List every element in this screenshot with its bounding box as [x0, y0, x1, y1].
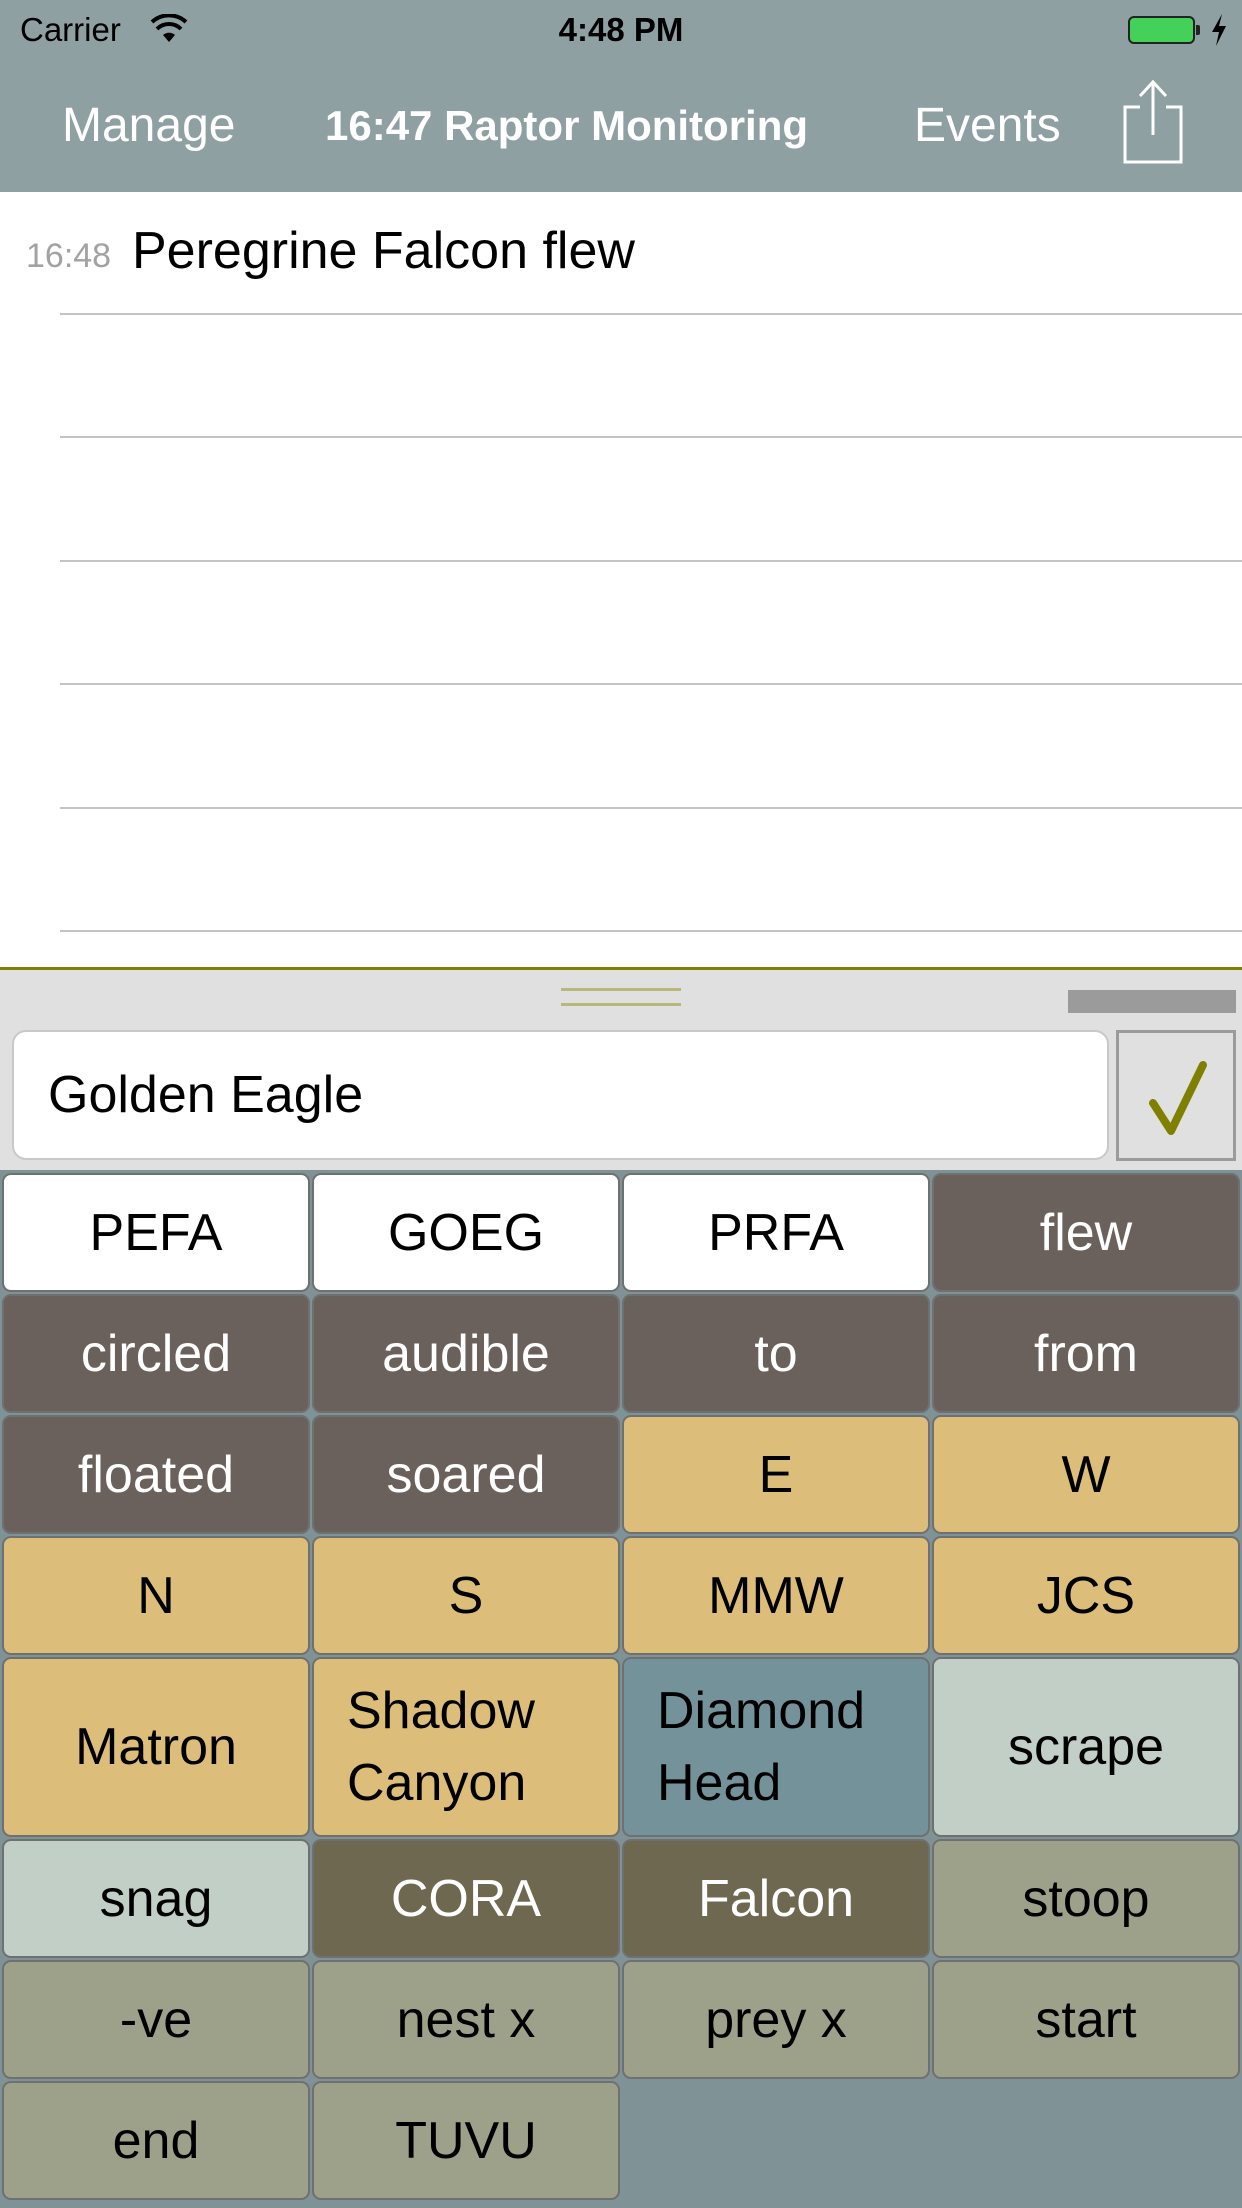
checkmark-icon: [1149, 1061, 1207, 1135]
phrase-button-flew[interactable]: flew: [932, 1173, 1240, 1292]
phrase-button-mmw[interactable]: MMW: [622, 1536, 930, 1655]
battery-nub: [1196, 25, 1200, 35]
phrase-button-label: end: [112, 2111, 200, 2170]
phrase-button-audible[interactable]: audible: [312, 1294, 620, 1413]
phrase-button-label: snag: [99, 1869, 213, 1928]
drag-handle[interactable]: [540, 978, 702, 1018]
phrase-button-e[interactable]: E: [622, 1415, 930, 1534]
phrase-button-label: GOEG: [387, 1203, 545, 1262]
phrase-button-nest-x[interactable]: nest x: [312, 1960, 620, 2079]
phrase-button-label: E: [758, 1445, 794, 1504]
event-time: 16:48: [26, 237, 112, 275]
phrase-button-scrape[interactable]: scrape: [932, 1657, 1240, 1837]
phrase-button-label: floated: [77, 1445, 235, 1504]
status-time: 4:48 PM: [558, 11, 684, 48]
phrase-button-floated[interactable]: floated: [2, 1415, 310, 1534]
row-divider: [60, 436, 1242, 438]
phrase-button-pefa[interactable]: PEFA: [2, 1173, 310, 1292]
top-bar: Carrier 4:48 PM Manage 16:47 Raptor Moni…: [0, 0, 1242, 192]
entry-panel: [0, 967, 1242, 1173]
list-item[interactable]: [0, 315, 1242, 438]
list-item[interactable]: [0, 809, 1242, 932]
phrase-button-matron[interactable]: Matron: [2, 1657, 310, 1837]
share-icon[interactable]: [1120, 78, 1186, 166]
phrase-button-label: Falcon: [697, 1869, 855, 1928]
phrase-button-grid: PEFA GOEG PRFA flew circled audible to from floa…: [0, 1170, 1242, 2208]
phrase-button-label: CORA: [390, 1869, 542, 1928]
phrase-button-label: Matron: [75, 1718, 237, 1776]
phrase-button-label: -ve: [119, 1990, 193, 2049]
phrase-button-w[interactable]: W: [932, 1415, 1240, 1534]
phrase-button-label: PRFA: [708, 1203, 844, 1262]
phrase-button-from[interactable]: from: [932, 1294, 1240, 1413]
phrase-button-prfa[interactable]: PRFA: [622, 1173, 930, 1292]
phrase-button-label: TUVU: [395, 2111, 537, 2170]
phrase-button-label: MMW: [708, 1566, 844, 1625]
phrase-button-label: soared: [386, 1445, 546, 1504]
phrase-button-label: Shadow Canyon: [347, 1682, 535, 1812]
phrase-button-label: audible: [382, 1324, 550, 1383]
phrase-button-ve[interactable]: -ve: [2, 1960, 310, 2079]
phrase-button-end[interactable]: end: [2, 2081, 310, 2200]
phrase-button-tuvu[interactable]: TUVU: [312, 2081, 620, 2200]
phrase-button-label: W: [1061, 1445, 1111, 1504]
phrase-button-goeg[interactable]: GOEG: [312, 1173, 620, 1292]
phrase-button-label: JCS: [1036, 1566, 1136, 1625]
phrase-button-label: prey x: [705, 1990, 847, 2049]
phrase-button-n[interactable]: N: [2, 1536, 310, 1655]
drag-handle-line: [561, 988, 681, 991]
status-bar: Carrier 4:48 PM: [0, 0, 1242, 60]
phrase-button-label: PEFA: [89, 1203, 223, 1262]
phrase-button-label: start: [1035, 1990, 1137, 2049]
phrase-button-label: flew: [1039, 1203, 1133, 1262]
phrase-button-shadow-canyon[interactable]: Shadow Canyon: [312, 1657, 620, 1837]
drag-handle-line: [561, 1003, 681, 1006]
phrase-button-label: nest x: [396, 1990, 536, 2049]
event-list[interactable]: 16:48 Peregrine Falcon flew: [0, 192, 1242, 967]
phrase-button-label: S: [448, 1566, 484, 1625]
phrase-button-diamond-head[interactable]: Diamond Head: [622, 1657, 930, 1837]
phrase-button-jcs[interactable]: JCS: [932, 1536, 1240, 1655]
event-text: Peregrine Falcon flew: [132, 222, 635, 280]
charging-bolt-icon: [1212, 14, 1226, 46]
events-button[interactable]: Events: [914, 96, 1061, 156]
row-divider: [60, 930, 1242, 932]
battery-icon: [1128, 16, 1195, 44]
scroll-indicator[interactable]: [1068, 990, 1236, 1013]
phrase-button-circled[interactable]: circled: [2, 1294, 310, 1413]
phrase-button-label: scrape: [1007, 1718, 1165, 1776]
manage-button[interactable]: Manage: [62, 96, 235, 156]
entry-input[interactable]: [12, 1030, 1109, 1160]
phrase-button-label: N: [137, 1566, 175, 1625]
phrase-button-start[interactable]: start: [932, 1960, 1240, 2079]
row-divider: [60, 683, 1242, 685]
phrase-button-stoop[interactable]: stoop: [932, 1839, 1240, 1958]
phrase-button-label: stoop: [1022, 1869, 1150, 1928]
phrase-button-falcon[interactable]: Falcon: [622, 1839, 930, 1958]
list-item[interactable]: [0, 686, 1242, 809]
phrase-button-soared[interactable]: soared: [312, 1415, 620, 1534]
list-item[interactable]: 16:48 Peregrine Falcon flew: [0, 192, 1242, 315]
phrase-button-cora[interactable]: CORA: [312, 1839, 620, 1958]
phrase-button-prey-x[interactable]: prey x: [622, 1960, 930, 2079]
phrase-button-label: circled: [80, 1324, 232, 1383]
phrase-button-label: Diamond Head: [657, 1682, 866, 1812]
list-item[interactable]: [0, 439, 1242, 562]
submit-button[interactable]: [1116, 1030, 1236, 1161]
phrase-button-label: from: [1034, 1324, 1138, 1383]
page-title: 16:47 Raptor Monitoring: [325, 102, 809, 149]
list-item[interactable]: [0, 562, 1242, 685]
phrase-button-s[interactable]: S: [312, 1536, 620, 1655]
phrase-button-to[interactable]: to: [622, 1294, 930, 1413]
phrase-button-label: to: [754, 1324, 798, 1383]
phrase-button-snag[interactable]: snag: [2, 1839, 310, 1958]
